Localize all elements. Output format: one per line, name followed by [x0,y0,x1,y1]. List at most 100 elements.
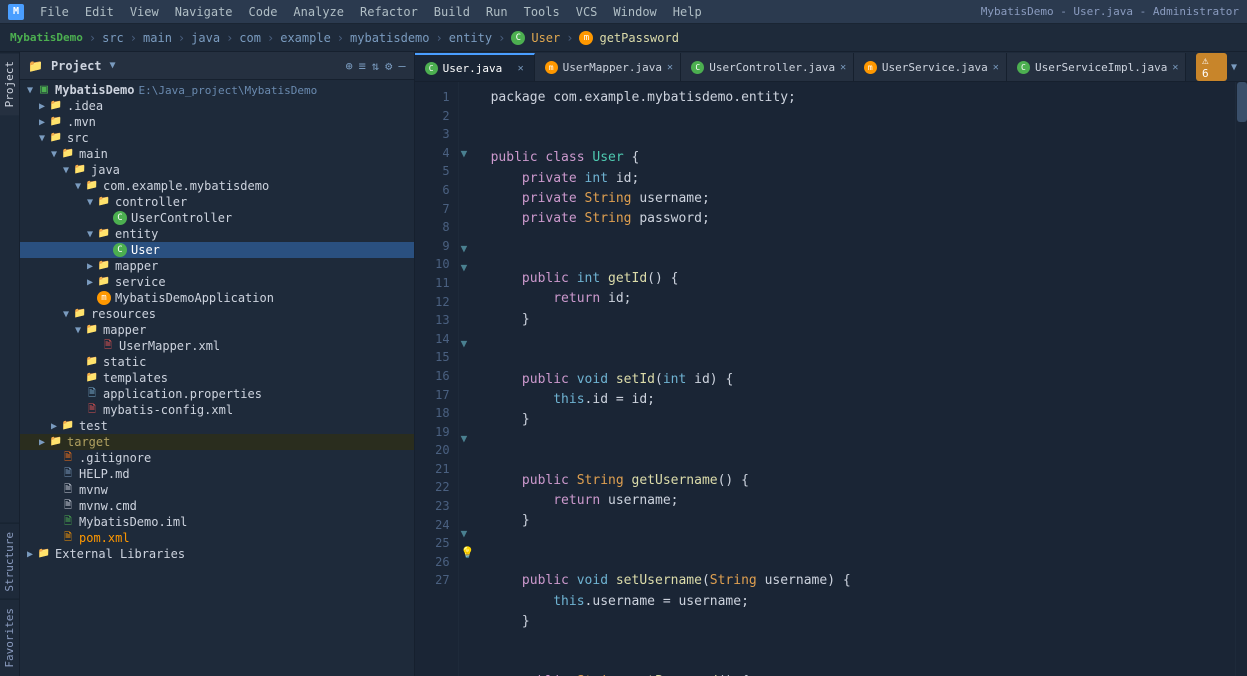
menu-item-build[interactable]: Build [434,5,470,19]
breadcrumb-java[interactable]: java [191,31,220,45]
menu-item-help[interactable]: Help [673,5,702,19]
code-line-18 [491,430,1223,450]
code-content[interactable]: package com.example.mybatisdemo.entity; … [479,82,1235,676]
menu-item-edit[interactable]: Edit [85,5,114,19]
tree-item-test[interactable]: ▶ 📁 test [20,418,414,434]
line-num-21: 21 [423,460,450,479]
tree-item-mybatisdemoapp[interactable]: ▶ m MybatisDemoApplication [20,290,414,306]
project-panel-header: 📁 Project ▼ ⊕ ≡ ⇅ ⚙ — [20,52,414,80]
structure-label[interactable]: Structure [0,523,19,600]
tree-item-app-props[interactable]: ▶ 🗎 application.properties [20,386,414,402]
favorites-label[interactable]: Favorites [0,599,19,676]
tree-item-main[interactable]: ▼ 📁 main [20,146,414,162]
java-class-icon-user: C [112,243,128,257]
menu-item-refactor[interactable]: Refactor [360,5,418,19]
folder-icon: 📁 [60,147,76,161]
breadcrumb-main[interactable]: main [143,31,172,45]
tab-usercontroller-java[interactable]: C UserController.java ✕ [681,53,854,81]
menu-item-run[interactable]: Run [486,5,508,19]
breadcrumb-src[interactable]: src [102,31,124,45]
breadcrumb-user[interactable]: User [531,31,560,45]
tree-item-gitignore[interactable]: ▶ 🗎 .gitignore [20,450,414,466]
minimize-icon[interactable]: — [398,59,405,73]
tree-item-src[interactable]: ▼ 📁 src [20,130,414,146]
tree-item-mybatisdemo-iml[interactable]: ▶ 🗎 MybatisDemo.iml [20,514,414,530]
menu-item-window[interactable]: Window [613,5,656,19]
tab-close-usermapper[interactable]: ✕ [667,62,673,73]
tab-close-userservice[interactable]: ✕ [993,62,999,73]
tree-item-idea[interactable]: ▶ 📁 .idea [20,98,414,114]
tree-item-templates[interactable]: ▶ 📁 templates [20,370,414,386]
tab-close-userserviceimpl[interactable]: ✕ [1172,62,1178,73]
tab-userserviceimpl-java[interactable]: C UserServiceImpl.java ✕ [1007,53,1186,81]
folder-icon: 📁 [72,307,88,321]
editor-scrollbar[interactable] [1235,82,1247,676]
tree-item-static[interactable]: ▶ 📁 static [20,354,414,370]
tree-item-usercontroller[interactable]: ▶ C UserController [20,210,414,226]
tree-item-service[interactable]: ▶ 📁 service [20,274,414,290]
iml-icon: 🗎 [60,515,76,529]
tree-item-help-md[interactable]: ▶ 🗎 HELP.md [20,466,414,482]
tree-item-resources[interactable]: ▼ 📁 resources [20,306,414,322]
line-num-7: 7 [423,200,450,219]
code-line-6: private String username; [491,189,1223,209]
line-num-22: 22 [423,478,450,497]
alert-badge[interactable]: ⚠ 6 [1196,53,1227,81]
tab-close-user[interactable]: ✕ [518,63,524,74]
folder-icon: 📁 [96,227,112,241]
menu-item-vcs[interactable]: VCS [576,5,598,19]
tree-item-mybatis-config[interactable]: ▶ 🗎 mybatis-config.xml [20,402,414,418]
tree-item-mapper-res[interactable]: ▼ 📁 mapper [20,322,414,338]
tree-item-java[interactable]: ▼ 📁 java [20,162,414,178]
line-num-18: 18 [423,404,450,423]
code-line-3 [491,128,1223,148]
tree-item-mvnw-cmd[interactable]: ▶ 🗎 mvnw.cmd [20,498,414,514]
tree-item-usermapper-xml[interactable]: ▶ 🗎 UserMapper.xml [20,338,414,354]
settings-icon[interactable]: ⚙ [385,59,392,73]
tabs-bar: C User.java ✕ m UserMapper.java ✕ C User… [415,52,1247,82]
line-num-25: 25 [423,534,450,553]
project-label[interactable]: Project [0,52,19,115]
chevron-down-icon[interactable]: ▼ [1231,62,1237,73]
tree-item-entity[interactable]: ▼ 📁 entity [20,226,414,242]
menu-item-tools[interactable]: Tools [524,5,560,19]
tab-usermapper-java[interactable]: m UserMapper.java ✕ [535,53,682,81]
breadcrumb-mybatisdemo[interactable]: mybatisdemo [350,31,429,45]
tree-item-mvnw[interactable]: ▶ 🗎 mvnw [20,482,414,498]
tree-item-com-example[interactable]: ▼ 📁 com.example.mybatisdemo [20,178,414,194]
line-num-8: 8 [423,218,450,237]
align-icon[interactable]: ≡ [359,59,366,73]
menu-item-file[interactable]: File [40,5,69,19]
project-dropdown-icon[interactable]: ▼ [110,60,116,71]
menu-item-code[interactable]: Code [249,5,278,19]
menu-item-view[interactable]: View [130,5,159,19]
add-icon[interactable]: ⊕ [345,59,352,73]
tree-item-target[interactable]: ▶ 📁 target [20,434,414,450]
tree-item-mybatisdemo-root[interactable]: ▼ ▣ MybatisDemo E:\Java_project\MybatisD… [20,82,414,98]
java-main-icon: m [96,291,112,305]
tab-user-java[interactable]: C User.java ✕ [415,53,535,81]
menu-item-navigate[interactable]: Navigate [175,5,233,19]
tree-item-pom-xml[interactable]: ▶ 🗎 pom.xml [20,530,414,546]
breadcrumb-example[interactable]: example [280,31,331,45]
code-line-21: return username; [491,491,1223,511]
tab-close-usercontroller[interactable]: ✕ [840,62,846,73]
breadcrumb-user-icon: C [511,31,525,45]
breadcrumb-com[interactable]: com [239,31,261,45]
line-num-13: 13 [423,311,450,330]
tree-item-controller[interactable]: ▼ 📁 controller [20,194,414,210]
tree-item-user[interactable]: ▶ C User [20,242,414,258]
breadcrumb-project[interactable]: MybatisDemo [10,31,83,44]
tree-item-mvn[interactable]: ▶ 📁 .mvn [20,114,414,130]
line-num-19: 19 [423,423,450,442]
tree-item-mapper[interactable]: ▶ 📁 mapper [20,258,414,274]
tree-item-external-libs[interactable]: ▶ 📁 External Libraries [20,546,414,562]
menu-item-analyze[interactable]: Analyze [293,5,344,19]
sort-icon[interactable]: ⇅ [372,59,379,73]
scrollbar-thumb[interactable] [1237,82,1247,122]
breadcrumb-entity[interactable]: entity [449,31,492,45]
folder-icon: 📁 [96,259,112,273]
code-line-22: } [491,511,1223,531]
tab-userservice-java[interactable]: m UserService.java ✕ [854,53,1007,81]
breadcrumb-getpassword[interactable]: getPassword [599,31,678,45]
